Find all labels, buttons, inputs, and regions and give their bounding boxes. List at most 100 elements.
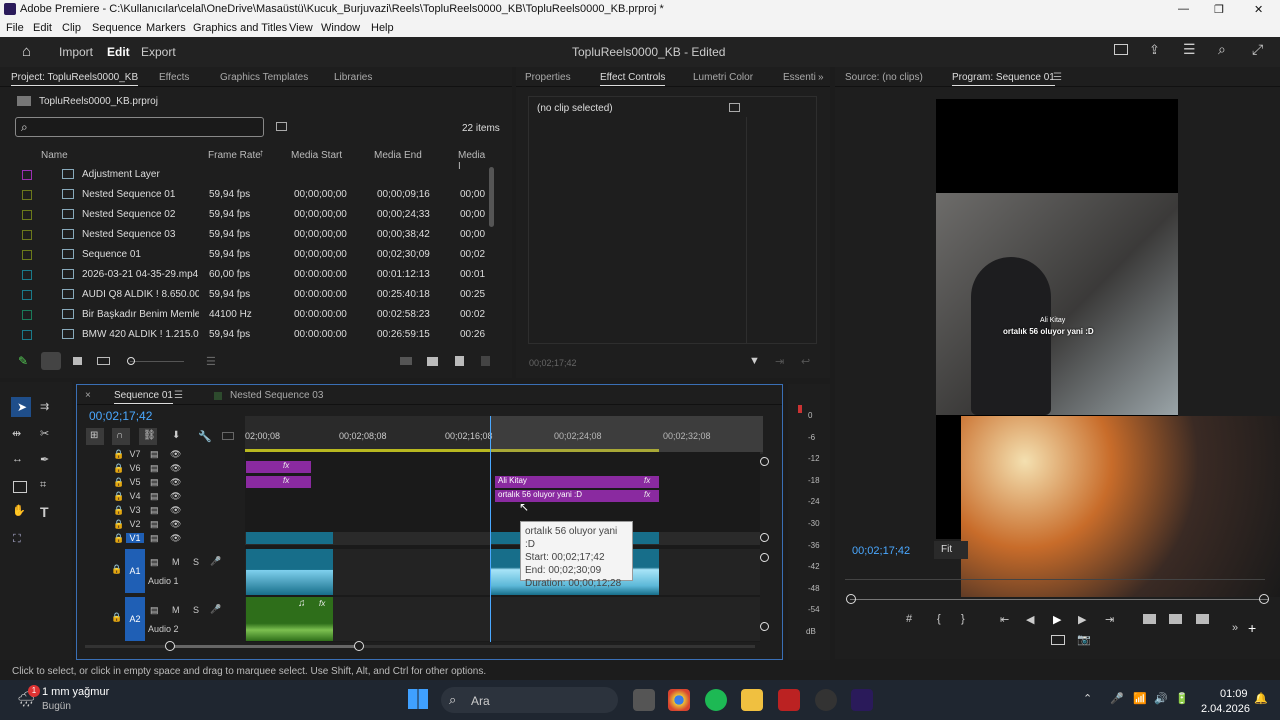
scrollbar[interactable]	[489, 167, 494, 227]
menu-help[interactable]: Help	[371, 22, 394, 34]
sync-icon[interactable]: ▤	[150, 557, 159, 568]
zoom-right-handle[interactable]	[1259, 594, 1269, 604]
windows-start-icon[interactable]	[408, 689, 428, 709]
mic-icon[interactable]: 🎤	[210, 604, 221, 615]
trash-icon[interactable]	[481, 356, 490, 366]
eye-icon[interactable]: 👁	[170, 449, 181, 460]
magnet-icon[interactable]: ∩	[112, 428, 130, 445]
menu-graphics[interactable]: Graphics and Titles	[193, 22, 287, 34]
spotify-icon[interactable]	[705, 689, 727, 711]
camera-icon[interactable]: 📷	[1077, 633, 1091, 646]
sync-icon[interactable]: ▤	[150, 533, 159, 544]
caption-icon[interactable]: ⛶	[13, 533, 21, 546]
snap-icon[interactable]: ⊞	[86, 428, 104, 445]
play-icon[interactable]: ▶	[1053, 613, 1061, 626]
track-label[interactable]: V4	[126, 491, 144, 501]
label-color-swatch[interactable]	[22, 210, 32, 220]
taskview-icon[interactable]	[633, 689, 655, 711]
tab-program[interactable]: Program: Sequence 01	[952, 72, 1055, 86]
track-scroll-handle-1[interactable]	[760, 457, 769, 466]
track-label[interactable]: V7	[126, 449, 144, 459]
clock-date[interactable]: 2.04.2026	[1201, 703, 1250, 715]
playhead[interactable]	[490, 416, 491, 642]
battery-icon[interactable]: 🔋	[1175, 692, 1189, 705]
tab-effects[interactable]: Effects	[159, 72, 189, 83]
search-icon[interactable]: ⌕	[1218, 41, 1226, 58]
chrome-icon[interactable]	[668, 689, 690, 711]
label-color-swatch[interactable]	[22, 230, 32, 240]
track-header[interactable]: 🔒 V5 ▤ 👁	[100, 477, 245, 490]
eye-icon[interactable]: 👁	[170, 491, 181, 502]
mic-icon[interactable]: 🎤	[1110, 692, 1124, 705]
audio-track-id[interactable]: A2	[125, 597, 145, 641]
mark-in-icon[interactable]: {	[937, 613, 941, 625]
razor-icon[interactable]: ✂	[40, 427, 49, 440]
track-header[interactable]: 🔒 V7 ▤ 👁	[100, 449, 245, 462]
list-item[interactable]: Nested Sequence 01 59,94 fps 00;00;00;00…	[15, 185, 490, 205]
solo-button[interactable]: S	[193, 557, 199, 567]
label-color-swatch[interactable]	[22, 250, 32, 260]
sync-icon[interactable]: ▤	[150, 519, 159, 530]
sync-icon[interactable]: ▤	[150, 491, 159, 502]
eye-icon[interactable]: 👁	[170, 533, 181, 544]
track-label[interactable]: V5	[126, 477, 144, 487]
notification-icon[interactable]: 🔔	[1254, 692, 1268, 705]
icon-view-icon[interactable]	[73, 357, 82, 365]
track-label[interactable]: V2	[126, 519, 144, 529]
mute-button[interactable]: M	[172, 605, 180, 615]
track-scroll-handle-2[interactable]	[760, 533, 769, 542]
clock-time[interactable]: 01:09	[1220, 688, 1248, 700]
zoom-thumb[interactable]	[170, 645, 360, 648]
col-media-end[interactable]: Media End	[374, 150, 422, 161]
v5-clip[interactable]	[246, 476, 311, 488]
edit-tab[interactable]: Edit	[107, 45, 130, 59]
step-back-icon[interactable]: ◀	[1026, 613, 1034, 626]
menu-markers[interactable]: Markers	[146, 22, 186, 34]
linked-icon[interactable]: ⛓	[139, 428, 157, 445]
search-input[interactable]: ⌕	[15, 117, 264, 137]
list-item[interactable]: Bir Başkadır Benim Memleke 44100 Hz 00:0…	[15, 305, 490, 325]
zoom-slider[interactable]	[130, 361, 184, 362]
audio-track-header[interactable]: 🔒 A1 ▤ M S 🎤 Audio 1	[100, 549, 245, 593]
list-item[interactable]: 2026-03-21 04-35-29.mp4 60,00 fps 00:00:…	[15, 265, 490, 285]
tab-project[interactable]: Project: TopluReels0000_KB	[11, 72, 139, 86]
a1-clip-a[interactable]	[246, 549, 333, 595]
mute-button[interactable]: M	[172, 557, 180, 567]
tab-effect-controls[interactable]: Effect Controls	[600, 72, 666, 86]
lock-icon[interactable]: 🔒	[113, 463, 124, 474]
home-icon[interactable]: ⌂	[22, 43, 31, 60]
lock-icon[interactable]: 🔒	[113, 505, 124, 516]
sync-icon[interactable]: ▤	[150, 505, 159, 516]
track-scroll-handle-3[interactable]	[760, 553, 769, 562]
sync-icon[interactable]: ▤	[150, 605, 159, 616]
ripple-edit-icon[interactable]: ⇹	[12, 427, 21, 440]
lock-icon[interactable]: 🔒	[113, 449, 124, 460]
sort-icon[interactable]: ☰	[206, 355, 216, 368]
tab-graphics-templates[interactable]: Graphics Templates	[220, 72, 308, 83]
track-select-icon[interactable]: ⇉	[40, 400, 49, 413]
tab-source[interactable]: Source: (no clips)	[845, 72, 923, 83]
lock-icon[interactable]: 🔒	[111, 564, 122, 575]
timeline-close-icon[interactable]: ×	[85, 390, 91, 401]
col-framerate[interactable]: Frame Rate	[208, 150, 261, 161]
zoom-handle[interactable]	[127, 357, 135, 365]
more-icon[interactable]: »	[1232, 622, 1238, 634]
list-item[interactable]: AUDİ Q8 ALDIK ! 8.650.000 T 59,94 fps 00…	[15, 285, 490, 305]
lock-icon[interactable]: 🔒	[113, 491, 124, 502]
track-scroll-handle-4[interactable]	[760, 622, 769, 631]
ec-panel-icon[interactable]	[729, 103, 740, 112]
tab-properties[interactable]: Properties	[525, 72, 571, 83]
eye-icon[interactable]: 👁	[170, 505, 181, 516]
mic-icon[interactable]: 🎤	[210, 556, 221, 567]
label-color-swatch[interactable]	[22, 170, 32, 180]
label-color-swatch[interactable]	[22, 290, 32, 300]
track-label[interactable]: V6	[126, 463, 144, 473]
rectangle-icon[interactable]	[13, 481, 27, 493]
menu-window[interactable]: Window	[321, 22, 360, 34]
bin-search-icon[interactable]	[276, 122, 287, 131]
pen-icon[interactable]: ✒	[40, 453, 49, 466]
menu-edit[interactable]: Edit	[33, 22, 52, 34]
go-to-in-icon[interactable]: ⇤	[1000, 613, 1009, 626]
list-item[interactable]: Nested Sequence 02 59,94 fps 00;00;00;00…	[15, 205, 490, 225]
fit-dropdown[interactable]: Fit	[934, 541, 968, 559]
